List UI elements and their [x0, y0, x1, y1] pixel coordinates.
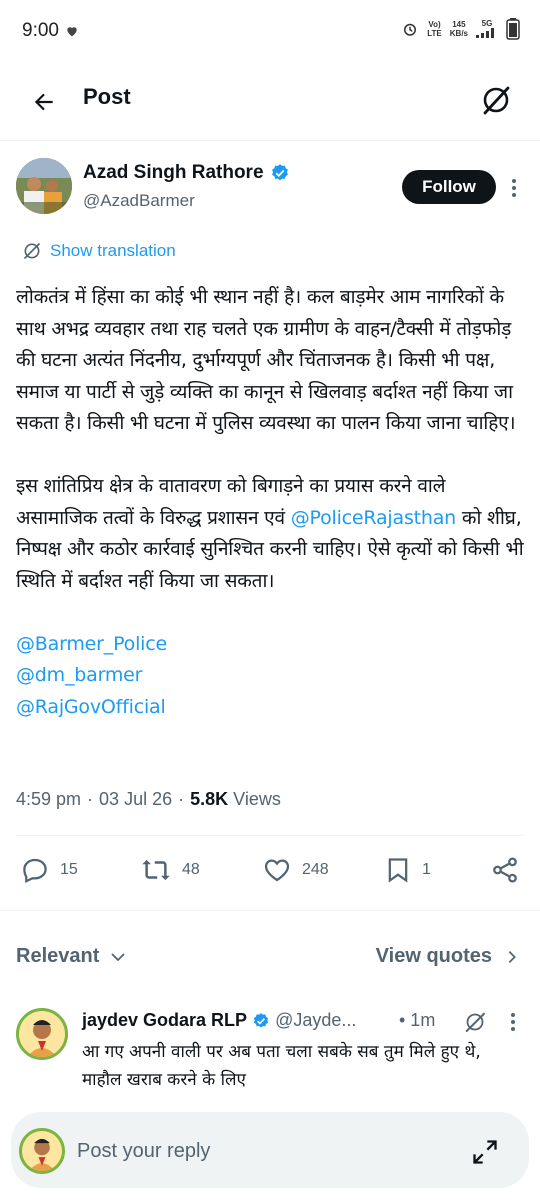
grok-icon[interactable] [480, 84, 512, 116]
author-avatar-image [16, 158, 72, 214]
post-body: लोकतंत्र में हिंसा का कोई भी स्थान नहीं … [16, 282, 528, 723]
user-avatar-image [22, 1131, 62, 1171]
expand-icon[interactable] [471, 1138, 499, 1166]
post-time[interactable]: 4:59 pm [16, 789, 81, 810]
follow-button[interactable]: Follow [402, 170, 496, 204]
sort-relevant-label: Relevant [16, 945, 100, 967]
reply-input[interactable] [77, 1136, 437, 1166]
view-quotes-link[interactable]: View quotes [376, 945, 520, 968]
status-icons: Vo) LTE 145 KB/s 5G [401, 18, 520, 40]
author-name-text: Azad Singh Rathore [83, 162, 264, 183]
reply-header: jaydev Godara RLP @Jayde... [82, 1010, 356, 1031]
network-type: Vo) LTE [427, 20, 442, 38]
post-paragraph-2: इस शांतिप्रिय क्षेत्र के वातावरण को बिगा… [16, 471, 528, 597]
status-time: 9:00 [22, 20, 59, 41]
chevron-right-icon [508, 950, 516, 963]
bookmark-button[interactable]: 1 [384, 855, 431, 885]
verified-badge-icon [271, 164, 288, 181]
back-button[interactable] [28, 86, 60, 118]
heart-status-icon [67, 27, 77, 37]
author-name[interactable]: Azad Singh Rathore [83, 162, 290, 184]
post-date[interactable]: 03 Jul 26 [99, 789, 172, 810]
meta-divider [16, 835, 524, 836]
grok-icon[interactable] [463, 1010, 487, 1034]
chevron-down-icon [111, 952, 126, 961]
meta-separator: · [87, 789, 94, 809]
reply-icon [23, 858, 47, 884]
like-count: 248 [302, 861, 329, 878]
alarm-icon [404, 23, 417, 36]
share-icon [493, 857, 517, 883]
bookmark-icon [388, 858, 408, 883]
reply-time[interactable]: • 1m [399, 1010, 435, 1031]
views-label: Views [233, 789, 281, 809]
repost-button[interactable]: 48 [140, 855, 200, 885]
mention-barmer-police[interactable]: @Barmer_Police [16, 629, 528, 661]
signal-bars-icon [476, 27, 494, 38]
repost-count: 48 [182, 861, 200, 878]
reply-avatar[interactable] [16, 1008, 68, 1060]
battery-icon [506, 18, 520, 40]
arrow-left-icon [34, 93, 53, 111]
post-views[interactable]: 5.8K Views [190, 789, 281, 810]
show-translation-label: Show translation [50, 241, 176, 260]
status-bar: 9:00 Vo) LTE 145 KB/s 5G [0, 0, 540, 62]
heart-icon [264, 859, 290, 882]
reply-button[interactable]: 15 [20, 855, 78, 885]
author-avatar[interactable] [16, 158, 72, 214]
network-speed: 145 KB/s [449, 20, 468, 38]
share-button[interactable] [490, 855, 520, 885]
post-actions: 15 48 248 1 [16, 855, 524, 895]
reply-author-handle[interactable]: @Jayde... [275, 1010, 356, 1031]
reply-text: आ गए अपनी वाली पर अब पता चला सबके सब तुम… [82, 1042, 481, 1090]
page-title: Post [83, 84, 131, 109]
more-options-icon[interactable] [508, 1010, 518, 1034]
reply-count: 15 [60, 861, 78, 878]
post-author: Azad Singh Rathore @AzadBarmer Follow [16, 158, 524, 218]
show-translation-link[interactable]: Show translation [22, 241, 176, 261]
like-button[interactable]: 248 [262, 855, 329, 885]
mention-dm-barmer[interactable]: @dm_barmer [16, 660, 528, 692]
post-paragraph-1: लोकतंत्र में हिंसा का कोई भी स्थान नहीं … [16, 286, 516, 434]
top-bar: Post [0, 70, 540, 130]
translate-icon [23, 242, 41, 260]
mention-rajgov-official[interactable]: @RajGovOfficial [16, 692, 528, 724]
signal-5g: 5G [476, 19, 498, 40]
header-divider [0, 140, 540, 141]
reply-composer [11, 1112, 529, 1188]
bookmark-count: 1 [422, 861, 431, 878]
reply-item[interactable]: jaydev Godara RLP @Jayde... • 1m आ गए अप… [16, 1008, 524, 1118]
author-handle[interactable]: @AzadBarmer [83, 191, 195, 211]
view-quotes-label: View quotes [375, 945, 492, 967]
post-mentions: @Barmer_Police @dm_barmer @RajGovOfficia… [16, 629, 528, 724]
reply-avatar-image [19, 1011, 65, 1057]
views-count: 5.8K [190, 789, 229, 809]
reply-author-name[interactable]: jaydev Godara RLP [82, 1010, 247, 1031]
post-meta: 4:59 pm · 03 Jul 26 · 5.8K Views [16, 789, 281, 810]
actions-divider [0, 910, 540, 911]
user-avatar[interactable] [19, 1128, 65, 1174]
verified-badge-icon [253, 1012, 269, 1028]
more-options-icon[interactable] [508, 176, 520, 200]
mention-police-rajasthan[interactable]: @PoliceRajasthan [291, 507, 457, 529]
repost-icon [142, 859, 170, 881]
sort-relevant-dropdown[interactable]: Relevant [16, 945, 127, 968]
meta-separator: · [178, 789, 185, 809]
